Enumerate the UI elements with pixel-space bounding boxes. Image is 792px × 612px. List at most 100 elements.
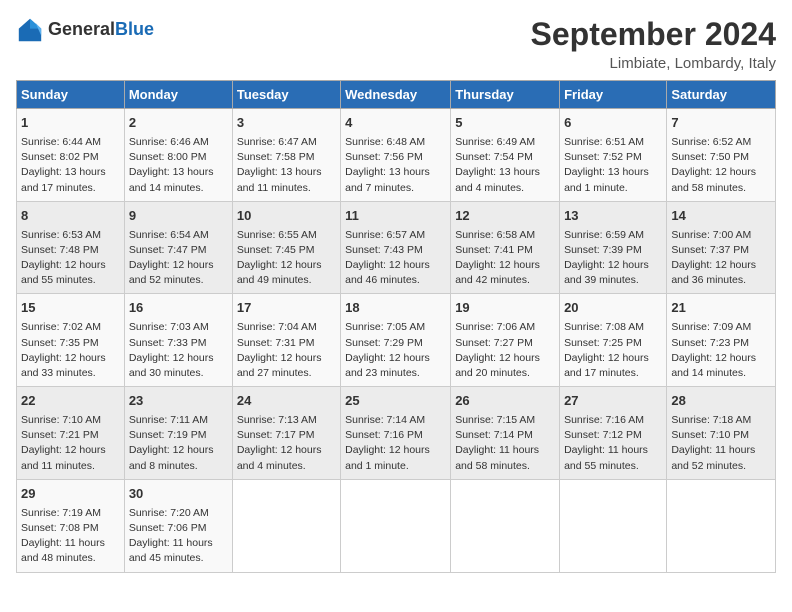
day-info: Sunrise: 7:00 AMSunset: 7:37 PMDaylight:… <box>671 228 771 289</box>
day-number: 26 <box>455 392 555 411</box>
calendar-cell: 20 Sunrise: 7:08 AMSunset: 7:25 PMDayligh… <box>560 294 667 387</box>
calendar-cell: 22 Sunrise: 7:10 AMSunset: 7:21 PMDayligh… <box>17 387 125 480</box>
day-number: 18 <box>345 299 446 318</box>
day-info: Sunrise: 6:48 AMSunset: 7:56 PMDaylight:… <box>345 135 446 196</box>
day-info: Sunrise: 7:20 AMSunset: 7:06 PMDaylight:… <box>129 506 228 567</box>
header-row: SundayMondayTuesdayWednesdayThursdayFrid… <box>17 81 776 109</box>
day-number: 9 <box>129 207 228 226</box>
day-number: 6 <box>564 114 662 133</box>
day-number: 8 <box>21 207 120 226</box>
calendar-week-5: 29 Sunrise: 7:19 AMSunset: 7:08 PMDayligh… <box>17 479 776 572</box>
day-number: 1 <box>21 114 120 133</box>
calendar-cell: 1 Sunrise: 6:44 AMSunset: 8:02 PMDaylight… <box>17 109 125 202</box>
calendar-cell: 10 Sunrise: 6:55 AMSunset: 7:45 PMDayligh… <box>232 201 340 294</box>
calendar-header: SundayMondayTuesdayWednesdayThursdayFrid… <box>17 81 776 109</box>
day-info: Sunrise: 7:14 AMSunset: 7:16 PMDaylight:… <box>345 413 446 474</box>
calendar-cell: 27Sunrise: 7:16 AMSunset: 7:12 PMDayligh… <box>560 387 667 480</box>
day-number: 17 <box>237 299 336 318</box>
header-saturday: Saturday <box>667 81 776 109</box>
calendar-cell: 11Sunrise: 6:57 AMSunset: 7:43 PMDayligh… <box>341 201 451 294</box>
day-number: 14 <box>671 207 771 226</box>
calendar-week-4: 22 Sunrise: 7:10 AMSunset: 7:21 PMDayligh… <box>17 387 776 480</box>
day-number: 22 <box>21 392 120 411</box>
header-sunday: Sunday <box>17 81 125 109</box>
day-number: 2 <box>129 114 228 133</box>
day-number: 10 <box>237 207 336 226</box>
day-info: Sunrise: 7:16 AMSunset: 7:12 PMDaylight:… <box>564 413 662 474</box>
calendar-cell: 12Sunrise: 6:58 AMSunset: 7:41 PMDayligh… <box>451 201 560 294</box>
header-tuesday: Tuesday <box>232 81 340 109</box>
calendar-cell: 8 Sunrise: 6:53 AMSunset: 7:48 PMDaylight… <box>17 201 125 294</box>
logo: GeneralBlue <box>16 16 154 44</box>
calendar-cell: 16 Sunrise: 7:03 AMSunset: 7:33 PMDayligh… <box>124 294 232 387</box>
title-area: September 2024 Limbiate, Lombardy, Italy <box>531 16 776 72</box>
calendar-cell: 15 Sunrise: 7:02 AMSunset: 7:35 PMDayligh… <box>17 294 125 387</box>
calendar-cell: 18Sunrise: 7:05 AMSunset: 7:29 PMDayligh… <box>341 294 451 387</box>
calendar-cell: 23Sunrise: 7:11 AMSunset: 7:19 PMDayligh… <box>124 387 232 480</box>
calendar-cell <box>667 479 776 572</box>
day-number: 16 <box>129 299 228 318</box>
calendar-cell: 3 Sunrise: 6:47 AMSunset: 7:58 PMDaylight… <box>232 109 340 202</box>
day-info: Sunrise: 7:18 AMSunset: 7:10 PMDaylight:… <box>671 413 771 474</box>
day-info: Sunrise: 6:47 AMSunset: 7:58 PMDaylight:… <box>237 135 336 196</box>
calendar-table: SundayMondayTuesdayWednesdayThursdayFrid… <box>16 80 776 573</box>
calendar-cell: 30Sunrise: 7:20 AMSunset: 7:06 PMDayligh… <box>124 479 232 572</box>
day-number: 15 <box>21 299 120 318</box>
day-info: Sunrise: 6:54 AMSunset: 7:47 PMDaylight:… <box>129 228 228 289</box>
day-info: Sunrise: 6:55 AMSunset: 7:45 PMDaylight:… <box>237 228 336 289</box>
day-info: Sunrise: 7:03 AMSunset: 7:33 PMDaylight:… <box>129 320 228 381</box>
calendar-cell: 6 Sunrise: 6:51 AMSunset: 7:52 PMDaylight… <box>560 109 667 202</box>
day-info: Sunrise: 7:02 AMSunset: 7:35 PMDaylight:… <box>21 320 120 381</box>
calendar-cell <box>341 479 451 572</box>
logo-blue-text: Blue <box>115 19 154 39</box>
day-number: 20 <box>564 299 662 318</box>
calendar-cell: 26 Sunrise: 7:15 AMSunset: 7:14 PMDayligh… <box>451 387 560 480</box>
day-number: 24 <box>237 392 336 411</box>
calendar-cell: 17 Sunrise: 7:04 AMSunset: 7:31 PMDayligh… <box>232 294 340 387</box>
calendar-cell: 29 Sunrise: 7:19 AMSunset: 7:08 PMDayligh… <box>17 479 125 572</box>
day-number: 7 <box>671 114 771 133</box>
calendar-cell: 13 Sunrise: 6:59 AMSunset: 7:39 PMDayligh… <box>560 201 667 294</box>
day-number: 21 <box>671 299 771 318</box>
location: Limbiate, Lombardy, Italy <box>531 55 776 72</box>
day-info: Sunrise: 7:13 AMSunset: 7:17 PMDaylight:… <box>237 413 336 474</box>
day-info: Sunrise: 7:04 AMSunset: 7:31 PMDaylight:… <box>237 320 336 381</box>
day-info: Sunrise: 6:51 AMSunset: 7:52 PMDaylight:… <box>564 135 662 196</box>
calendar-cell: 28Sunrise: 7:18 AMSunset: 7:10 PMDayligh… <box>667 387 776 480</box>
calendar-week-3: 15 Sunrise: 7:02 AMSunset: 7:35 PMDayligh… <box>17 294 776 387</box>
day-number: 29 <box>21 485 120 504</box>
day-info: Sunrise: 6:59 AMSunset: 7:39 PMDaylight:… <box>564 228 662 289</box>
calendar-cell: 14 Sunrise: 7:00 AMSunset: 7:37 PMDayligh… <box>667 201 776 294</box>
calendar-cell: 25Sunrise: 7:14 AMSunset: 7:16 PMDayligh… <box>341 387 451 480</box>
logo-general-text: General <box>48 19 115 39</box>
day-info: Sunrise: 7:10 AMSunset: 7:21 PMDaylight:… <box>21 413 120 474</box>
day-info: Sunrise: 7:08 AMSunset: 7:25 PMDaylight:… <box>564 320 662 381</box>
header-wednesday: Wednesday <box>341 81 451 109</box>
day-number: 13 <box>564 207 662 226</box>
day-info: Sunrise: 6:53 AMSunset: 7:48 PMDaylight:… <box>21 228 120 289</box>
day-info: Sunrise: 7:15 AMSunset: 7:14 PMDaylight:… <box>455 413 555 474</box>
header-friday: Friday <box>560 81 667 109</box>
day-info: Sunrise: 7:06 AMSunset: 7:27 PMDaylight:… <box>455 320 555 381</box>
month-title: September 2024 <box>531 16 776 53</box>
day-info: Sunrise: 6:52 AMSunset: 7:50 PMDaylight:… <box>671 135 771 196</box>
logo-icon <box>16 16 44 44</box>
calendar-cell: 19 Sunrise: 7:06 AMSunset: 7:27 PMDayligh… <box>451 294 560 387</box>
day-info: Sunrise: 6:58 AMSunset: 7:41 PMDaylight:… <box>455 228 555 289</box>
day-info: Sunrise: 7:19 AMSunset: 7:08 PMDaylight:… <box>21 506 120 567</box>
day-number: 3 <box>237 114 336 133</box>
calendar-cell: 5Sunrise: 6:49 AMSunset: 7:54 PMDaylight… <box>451 109 560 202</box>
day-number: 5 <box>455 114 555 133</box>
calendar-week-2: 8 Sunrise: 6:53 AMSunset: 7:48 PMDaylight… <box>17 201 776 294</box>
calendar-cell: 9 Sunrise: 6:54 AMSunset: 7:47 PMDaylight… <box>124 201 232 294</box>
day-info: Sunrise: 7:11 AMSunset: 7:19 PMDaylight:… <box>129 413 228 474</box>
day-info: Sunrise: 6:44 AMSunset: 8:02 PMDaylight:… <box>21 135 120 196</box>
calendar-cell <box>232 479 340 572</box>
day-number: 19 <box>455 299 555 318</box>
calendar-cell: 24 Sunrise: 7:13 AMSunset: 7:17 PMDayligh… <box>232 387 340 480</box>
calendar-cell: 21Sunrise: 7:09 AMSunset: 7:23 PMDayligh… <box>667 294 776 387</box>
calendar-cell: 7 Sunrise: 6:52 AMSunset: 7:50 PMDaylight… <box>667 109 776 202</box>
header-monday: Monday <box>124 81 232 109</box>
calendar-week-1: 1 Sunrise: 6:44 AMSunset: 8:02 PMDaylight… <box>17 109 776 202</box>
calendar-cell <box>451 479 560 572</box>
